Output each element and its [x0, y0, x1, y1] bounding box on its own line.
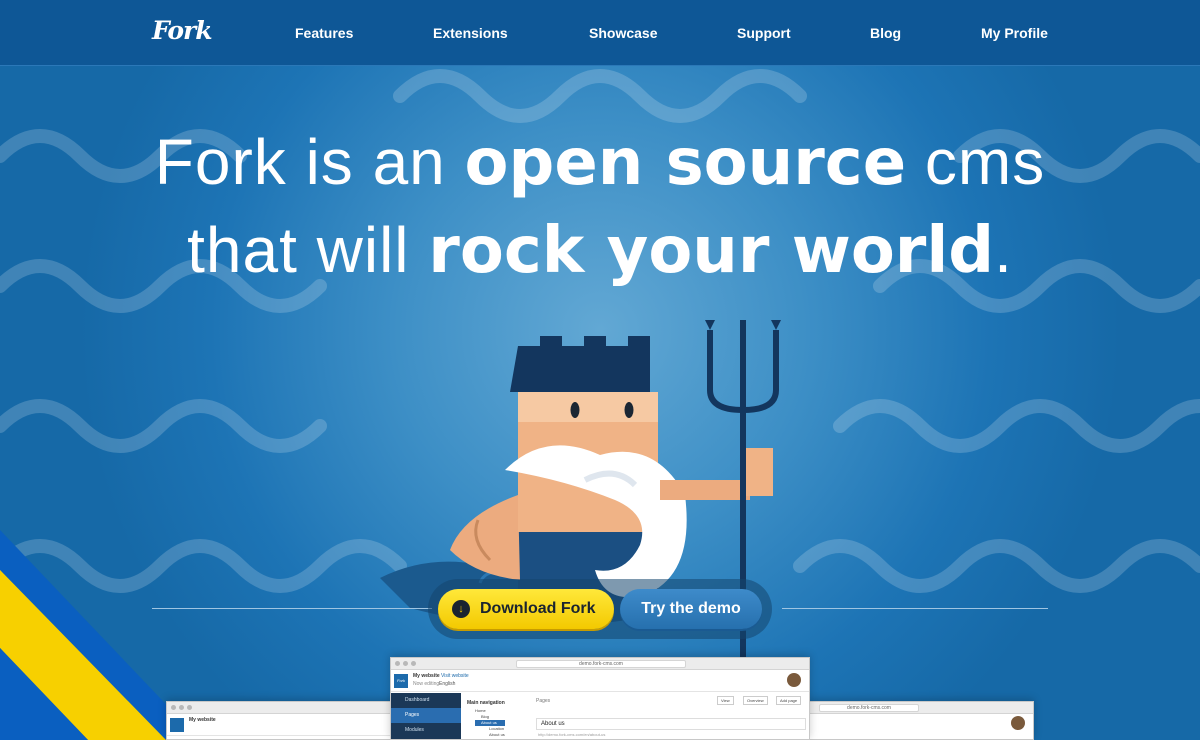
headline-text: Fork is an	[154, 126, 465, 198]
browser-bar: demo.fork-cms.com	[809, 702, 1033, 714]
headline-emphasis: rock your world	[428, 214, 995, 288]
nav-support[interactable]: Support	[737, 25, 791, 41]
top-navbar: Fork Features Extensions Showcase Suppor…	[0, 0, 1200, 66]
nav-my-profile[interactable]: My Profile	[981, 25, 1048, 41]
browser-bar: demo.fork-cms.com	[391, 658, 809, 670]
headline-text: that will	[187, 214, 429, 286]
mini-page-title-field: About us	[536, 718, 806, 730]
mini-sidebar-item: Dashboard	[405, 697, 430, 703]
divider-line	[782, 608, 1048, 609]
mini-overview-button: Overview	[743, 696, 768, 705]
mini-sidebar-item: Modules	[405, 727, 424, 733]
fork-logo[interactable]: Fork	[152, 16, 213, 45]
headline-emphasis: open source	[464, 126, 907, 200]
mini-url: demo.fork-cms.com	[819, 704, 919, 712]
preview-screenshot-right: demo.fork-cms.com	[808, 701, 1034, 740]
mini-tree-title: Main navigation	[467, 700, 505, 706]
try-demo-button[interactable]: Try the demo	[620, 589, 762, 629]
download-label: Download Fork	[480, 600, 596, 617]
mini-editing-label: Now editing:	[413, 681, 441, 687]
avatar	[787, 673, 801, 687]
headline-period: .	[994, 214, 1013, 286]
mini-site-title: My website	[189, 717, 216, 723]
mini-header: My website	[167, 714, 405, 736]
mini-language: English	[439, 681, 456, 687]
avatar	[1011, 716, 1025, 730]
mini-logo	[170, 718, 184, 732]
mini-tree: Home Blog About us Location About us	[475, 708, 505, 738]
mini-sidebar-item: Pages	[391, 708, 461, 723]
mini-add-page-button: Add page	[776, 696, 802, 705]
preview-screenshot-center: demo.fork-cms.com Fork My website Visit …	[390, 657, 810, 740]
mini-pages-label: Pages	[536, 698, 551, 704]
mini-tree-item: About us	[489, 732, 505, 737]
browser-bar	[167, 702, 405, 714]
download-icon: ↓	[452, 600, 470, 618]
mini-sidebar: Dashboard Pages Modules	[391, 693, 461, 739]
window-controls	[171, 705, 192, 710]
mini-url: demo.fork-cms.com	[516, 660, 686, 668]
window-controls	[395, 661, 416, 666]
preview-screenshot-left: My website	[166, 701, 406, 740]
headline-text: cms	[906, 126, 1046, 198]
hero-headline-line2: that will rock your world.	[0, 206, 1200, 295]
mini-logo: Fork	[394, 674, 408, 688]
mini-site-title: My website	[413, 673, 440, 679]
nav-blog[interactable]: Blog	[870, 25, 901, 41]
download-fork-button[interactable]: ↓ Download Fork	[438, 589, 614, 629]
hero-headline-line1: Fork is an open source cms	[0, 118, 1200, 207]
mini-view-button: View	[717, 696, 734, 705]
nav-features[interactable]: Features	[295, 25, 353, 41]
mini-page-url: http://demo.fork-cms.com/en/about-us	[538, 732, 606, 737]
nav-extensions[interactable]: Extensions	[433, 25, 508, 41]
mini-visit-link: Visit website	[441, 673, 469, 679]
mini-header: Fork My website Visit website Now editin…	[391, 670, 809, 692]
nav-showcase[interactable]: Showcase	[589, 25, 657, 41]
